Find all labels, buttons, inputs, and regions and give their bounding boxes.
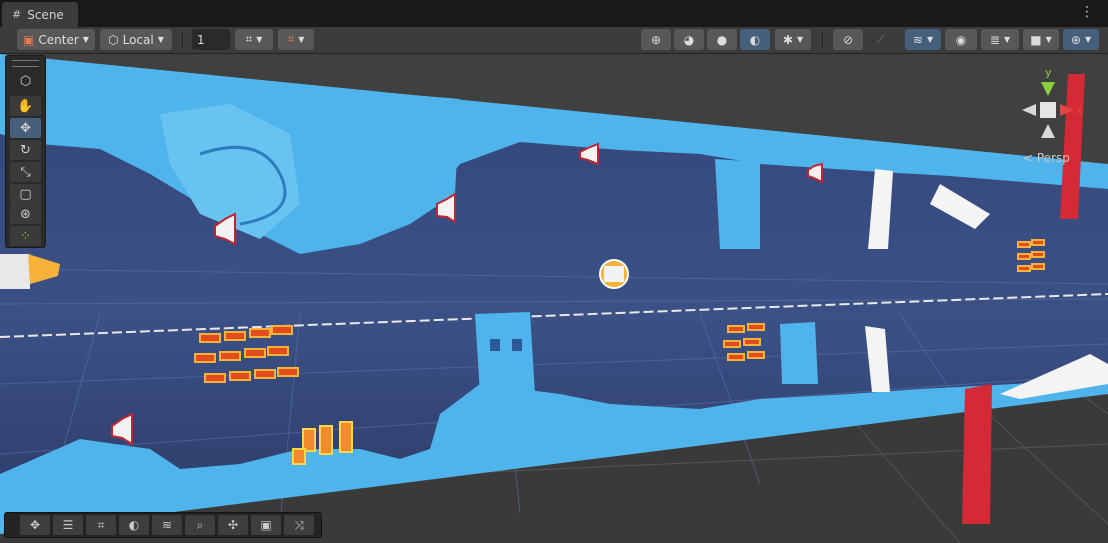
overlay-pan-button[interactable]: ✣: [218, 515, 248, 535]
debug-draw-button[interactable]: ✱ ▼: [775, 29, 811, 50]
gizmo-y-label: y: [1045, 66, 1052, 79]
tools-overlay: ⬡ ✋ ✥ ↻ ⤡ ▢ ⊛ ⁘: [5, 55, 46, 248]
shaded-sphere-icon: ◕: [683, 32, 695, 47]
chevron-down-icon: ▼: [1003, 35, 1011, 44]
pivot-icon: ▣: [23, 32, 35, 47]
pivot-dropdown[interactable]: ▣ Center ▼: [17, 29, 95, 50]
solid-shading-button[interactable]: ●: [707, 29, 737, 50]
scene-render: y x: [0, 54, 1108, 543]
red-pillar: [962, 384, 992, 524]
increment-snap-icon: ⌗: [287, 32, 295, 46]
grid-icon: #: [12, 8, 22, 21]
overlay-zoom-button[interactable]: ⌕: [185, 515, 215, 535]
audio-toggle-button[interactable]: ⟋: [866, 29, 896, 50]
scale-icon: ⤡: [20, 164, 31, 180]
custom-tool-icon: ⁘: [20, 228, 31, 244]
chevron-down-icon: ▼: [298, 35, 305, 44]
layers-icon: ≋: [161, 518, 173, 532]
move-icon: ✥: [29, 518, 41, 532]
increment-snap-button[interactable]: ⌗ ▼: [278, 29, 314, 50]
overlay-sliders-button[interactable]: ☰: [53, 515, 83, 535]
tab-scene-label: Scene: [27, 7, 64, 22]
chevron-down-icon: ▼: [1084, 35, 1092, 44]
overlay-move-button[interactable]: ✥: [20, 515, 50, 535]
chevron-down-icon: ▼: [157, 35, 164, 44]
lit-shading-button[interactable]: ◐: [740, 29, 770, 50]
layers-icon: ≋: [912, 32, 923, 47]
bug-icon: ✱: [782, 32, 793, 47]
wireframe-shading-button[interactable]: ⊕: [641, 29, 671, 50]
toggle-2d-button[interactable]: ⊘: [833, 29, 863, 50]
grid-snap-icon: ⌗: [245, 32, 253, 46]
rotate-tool-button[interactable]: ↻: [10, 140, 41, 160]
sphere-icon: ◐: [128, 518, 140, 532]
overlay-sphere-button[interactable]: ◐: [119, 515, 149, 535]
moai-statue: [715, 159, 760, 249]
fx-off-icon: ⊘: [842, 32, 854, 47]
effects-button[interactable]: ≋ ▼: [905, 29, 941, 50]
view-cube-icon: ⬡: [19, 73, 32, 89]
scene-toolbar: ▣ Center ▼ ⬡ Local ▼ 1 ⌗ ▼ ⌗ ▼ ⊕ ◕ ● ◐ ✱ ▼ …: [0, 27, 1108, 54]
gizmos-icon: ⊕: [1070, 32, 1081, 47]
draw-mode-icon: ≣: [989, 32, 1000, 47]
zoom-icon: ⌕: [196, 517, 204, 532]
scene-viewport[interactable]: y x: [0, 54, 1108, 543]
scale-tool-button[interactable]: ⤡: [10, 162, 41, 182]
solid-sphere-icon: ●: [716, 32, 728, 47]
custom-tool-button[interactable]: ⁘: [10, 226, 41, 246]
overlay-layers-button[interactable]: ≋: [152, 515, 182, 535]
moai-statue: [780, 322, 818, 384]
chevron-down-icon: ▼: [926, 35, 934, 44]
hand-tool-button[interactable]: ✋: [10, 96, 41, 116]
visibility-button[interactable]: ◉: [945, 29, 977, 50]
toolbar-separator: [822, 32, 823, 48]
gizmos-button[interactable]: ⊕ ▼: [1063, 29, 1099, 50]
toolbar-separator: [182, 32, 183, 48]
tab-bar: # Scene ⋮: [0, 0, 1108, 27]
view-cube-button[interactable]: ⬡: [10, 71, 41, 91]
camera-icon: ■: [1030, 32, 1042, 47]
chevron-down-icon: ▼: [796, 35, 804, 44]
tab-scene[interactable]: # Scene: [2, 2, 78, 27]
pan-icon: ✣: [227, 518, 239, 532]
shuffle-icon: ⤨: [294, 517, 304, 532]
shaded-wireframe-button[interactable]: ◕: [674, 29, 704, 50]
move-icon: ✥: [20, 120, 31, 136]
overlay-shuffle-button[interactable]: ⤨: [284, 515, 314, 535]
draw-mode-button[interactable]: ≣ ▼: [981, 29, 1019, 50]
chevron-down-icon: ▼: [256, 35, 263, 44]
camera-swap-icon: ▣: [260, 518, 272, 532]
gizmo-x-label: x: [1076, 104, 1083, 117]
moai-statue: [475, 312, 535, 394]
overlay-toolbar: ✥ ☰ ⌗ ◐ ≋ ⌕ ✣ ▣ ⤨: [4, 512, 322, 538]
rotate-icon: ↻: [20, 142, 31, 158]
sliders-icon: ☰: [62, 518, 74, 532]
kebab-menu-icon[interactable]: ⋮: [1080, 5, 1094, 19]
rect-icon: ▢: [19, 186, 32, 202]
hand-icon: ✋: [17, 98, 34, 114]
fx-icon: ⟋: [876, 32, 886, 46]
grid-snap-button[interactable]: ⌗ ▼: [235, 29, 273, 50]
move-tool-button[interactable]: ✥: [10, 118, 41, 138]
pivot-label: Center: [38, 32, 79, 47]
chevron-down-icon: ▼: [1045, 35, 1052, 44]
space-label: Local: [122, 32, 154, 47]
wireframe-sphere-icon: ⊕: [650, 32, 662, 47]
lit-sphere-icon: ◐: [749, 32, 761, 47]
grid-size-value: 1: [197, 32, 205, 47]
transform-icon: ⊛: [20, 206, 31, 222]
rect-tool-button[interactable]: ▢: [10, 184, 41, 204]
camera-button[interactable]: ■ ▼: [1023, 29, 1059, 50]
space-dropdown[interactable]: ⬡ Local ▼: [100, 29, 172, 50]
grid-lines-icon: ⌗: [97, 517, 105, 532]
grid-size-input[interactable]: 1: [192, 29, 230, 50]
overlay-camera-button[interactable]: ▣: [251, 515, 281, 535]
transform-tool-button[interactable]: ⊛: [10, 204, 41, 224]
visibility-eye-icon: ◉: [955, 32, 967, 47]
cube-icon: ⬡: [108, 32, 119, 47]
projection-label[interactable]: < Persp: [1023, 151, 1070, 165]
overlay-grid-button[interactable]: ⌗: [86, 515, 116, 535]
grip-handle[interactable]: [12, 60, 39, 67]
chevron-down-icon: ▼: [82, 35, 89, 44]
